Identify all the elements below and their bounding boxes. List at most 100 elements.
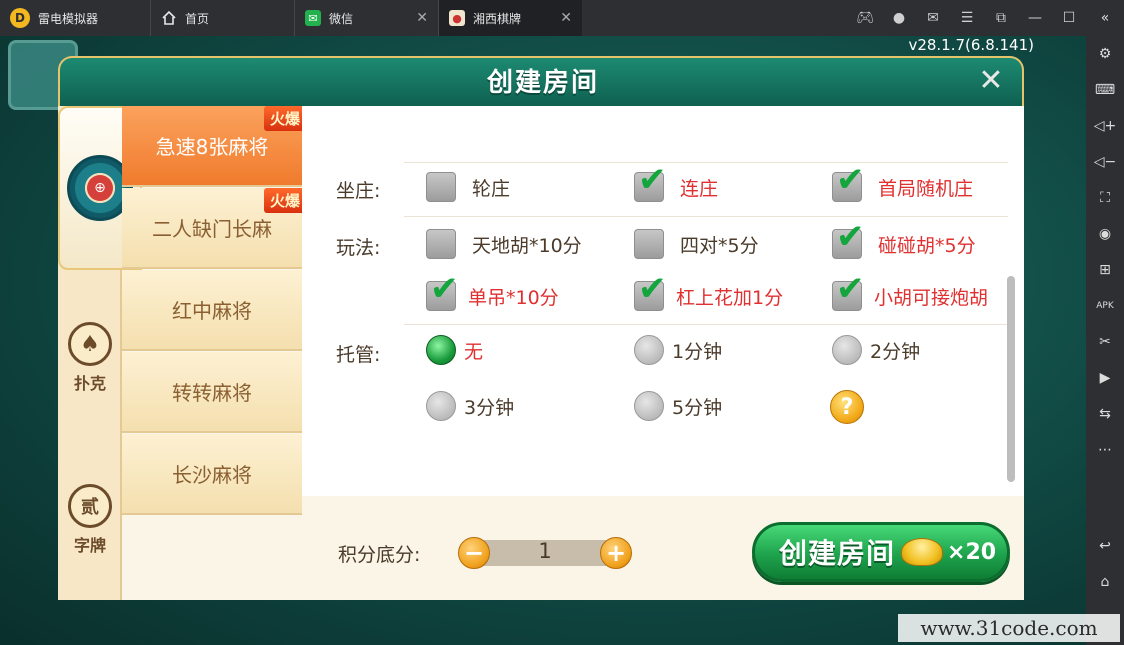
keyboard-icon[interactable]: ⌨ [1086,72,1124,108]
option-label: 轮庄 [472,177,511,200]
category-poker-label: 扑克 [73,374,106,393]
score-value: 1 [538,539,552,563]
play-option-gangshanghua[interactable]: ✔ 杠上花加1分 [634,272,783,311]
play-option-pengpenghu[interactable]: ✔ 碰碰胡*5分 [832,220,976,259]
more-icon[interactable]: ⋯ [1086,432,1124,468]
mode-item-jisu8[interactable]: 急速8张麻将 火爆 [122,106,306,187]
app-name: 雷电模拟器 [38,11,99,26]
collapse-icon[interactable]: « [1086,0,1124,36]
option-label: 天地胡*10分 [472,234,582,257]
volume-down-icon[interactable]: ◁− [1086,144,1124,180]
settings-icon[interactable]: ⚙ [1086,36,1124,72]
auto-option-5min[interactable]: 5分钟 [634,391,722,421]
auto-option-none[interactable]: 无 [426,335,483,365]
minimize-icon[interactable]: — [1018,0,1052,36]
dialog-title: 创建房间 [486,68,599,98]
option-label: 碰碰胡*5分 [878,234,976,257]
gamepad-icon[interactable]: 🎮︎ [848,0,882,36]
checkbox[interactable]: ✔ [832,220,865,259]
tab-wechat[interactable]: ✉ 微信 ✕ [294,0,438,36]
play-option-sidui[interactable]: 四对*5分 [634,229,759,259]
volume-up-icon[interactable]: ◁+ [1086,108,1124,144]
restore-icon[interactable]: ⧉ [984,0,1018,36]
install-icon[interactable]: ⊞ [1086,252,1124,288]
apk-icon[interactable]: APK [1086,288,1124,324]
option-label: 无 [464,340,484,363]
check-icon: ✔ [638,269,667,309]
option-label: 四对*5分 [680,234,759,257]
help-icon[interactable]: ? [830,390,864,424]
option-label: 5分钟 [672,396,723,419]
auto-option-3min[interactable]: 3分钟 [426,391,514,421]
tab-game[interactable]: ● 湘西棋牌 ✕ [438,0,582,36]
radio-button[interactable] [634,335,664,365]
mode-item-changsha[interactable]: 长沙麻将 [122,434,302,515]
create-room-label: 创建房间 [779,537,896,570]
check-icon: ✔ [836,217,865,257]
tab-home[interactable]: 首页 [150,0,294,36]
banker-option-random[interactable]: ✔ 首局随机庄 [832,163,974,202]
radio-button[interactable] [832,335,862,365]
check-icon: ✔ [836,269,865,309]
checkbox[interactable]: ✔ [634,272,667,311]
auto-option-1min[interactable]: 1分钟 [634,335,722,365]
mode-label: 二人缺门长麻 [152,217,272,241]
check-icon: ✔ [638,160,667,200]
option-label: 3分钟 [464,396,515,419]
mode-item-erren[interactable]: 二人缺门长麻 火爆 [122,188,306,269]
checkbox[interactable]: ✔ [832,272,865,311]
checkbox[interactable]: ✔ [634,163,667,202]
checkbox[interactable] [634,229,664,259]
create-room-button[interactable]: 创建房间 ×20 [752,522,1010,582]
options-scrollbar[interactable] [1007,276,1015,482]
mode-list: 急速8张麻将 火爆 二人缺门长麻 火爆 红中麻将 转转麻将 长沙麻将 [122,106,306,600]
app-brand[interactable]: D 雷电模拟器 [0,0,150,36]
scissors-icon[interactable]: ✂ [1086,324,1124,360]
video-icon[interactable]: ▶ [1086,360,1124,396]
user-icon[interactable]: ● [882,0,916,36]
radio-button[interactable] [634,391,664,421]
radio-button[interactable] [426,335,456,365]
options-panel: 坐庄: 轮庄 ✔ 连庄 ✔ 首局随机庄 玩法: 天地胡*10分 四对*5分 ✔ … [302,106,1024,496]
banker-option-lianzhuang[interactable]: ✔ 连庄 [634,163,719,202]
checkbox[interactable]: ✔ [426,272,459,311]
category-poker[interactable]: ♠ 扑克 [58,322,122,394]
record-icon[interactable]: ◉ [1086,216,1124,252]
category-zipai-label: 字牌 [73,536,106,555]
checkbox[interactable]: ✔ [832,163,865,202]
sync-icon[interactable]: ⇆ [1086,396,1124,432]
mode-item-hongzhong[interactable]: 红中麻将 [122,270,302,351]
option-label: 连庄 [680,177,719,200]
minus-button[interactable]: − [458,537,490,569]
plus-button[interactable]: + [600,537,632,569]
banker-option-lunzhuang[interactable]: 轮庄 [426,172,510,202]
dialog-close-icon[interactable]: ✕ [974,64,1008,98]
mail-icon[interactable]: ✉ [916,0,950,36]
radio-button[interactable] [426,391,456,421]
play-option-dandiao[interactable]: ✔ 单吊*10分 [426,272,559,311]
android-home-icon[interactable]: ⌂ [1086,564,1124,600]
back-icon[interactable]: ↩ [1086,528,1124,564]
tab-close-icon[interactable]: ✕ [416,10,428,26]
tab-close-icon[interactable]: ✕ [560,10,572,26]
play-option-tiandihu[interactable]: 天地胡*10分 [426,229,582,259]
auto-option-2min[interactable]: 2分钟 [832,335,920,365]
banker-row-label: 坐庄: [336,180,381,202]
option-label: 小胡可接炮胡 [874,286,989,309]
checkbox[interactable] [426,172,456,202]
menu-icon[interactable]: ☰ [950,0,984,36]
screenshot-icon[interactable]: ⛶ [1086,180,1124,216]
mode-label: 红中麻将 [172,299,252,323]
tab-wechat-label: 微信 [329,11,354,26]
watermark: www.31code.com [898,614,1120,642]
play-option-xiaohu[interactable]: ✔ 小胡可接炮胡 [832,272,989,311]
play-row-label: 玩法: [336,237,381,259]
mode-item-zhuanzhuan[interactable]: 转转麻将 [122,352,302,433]
tab-home-label: 首页 [185,11,210,26]
category-zipai[interactable]: 贰 字牌 [58,484,122,556]
option-label: 首局随机庄 [878,177,974,200]
option-label: 1分钟 [672,340,723,363]
mode-label: 急速8张麻将 [155,135,269,159]
checkbox[interactable] [426,229,456,259]
maximize-icon[interactable]: ☐ [1052,0,1086,36]
